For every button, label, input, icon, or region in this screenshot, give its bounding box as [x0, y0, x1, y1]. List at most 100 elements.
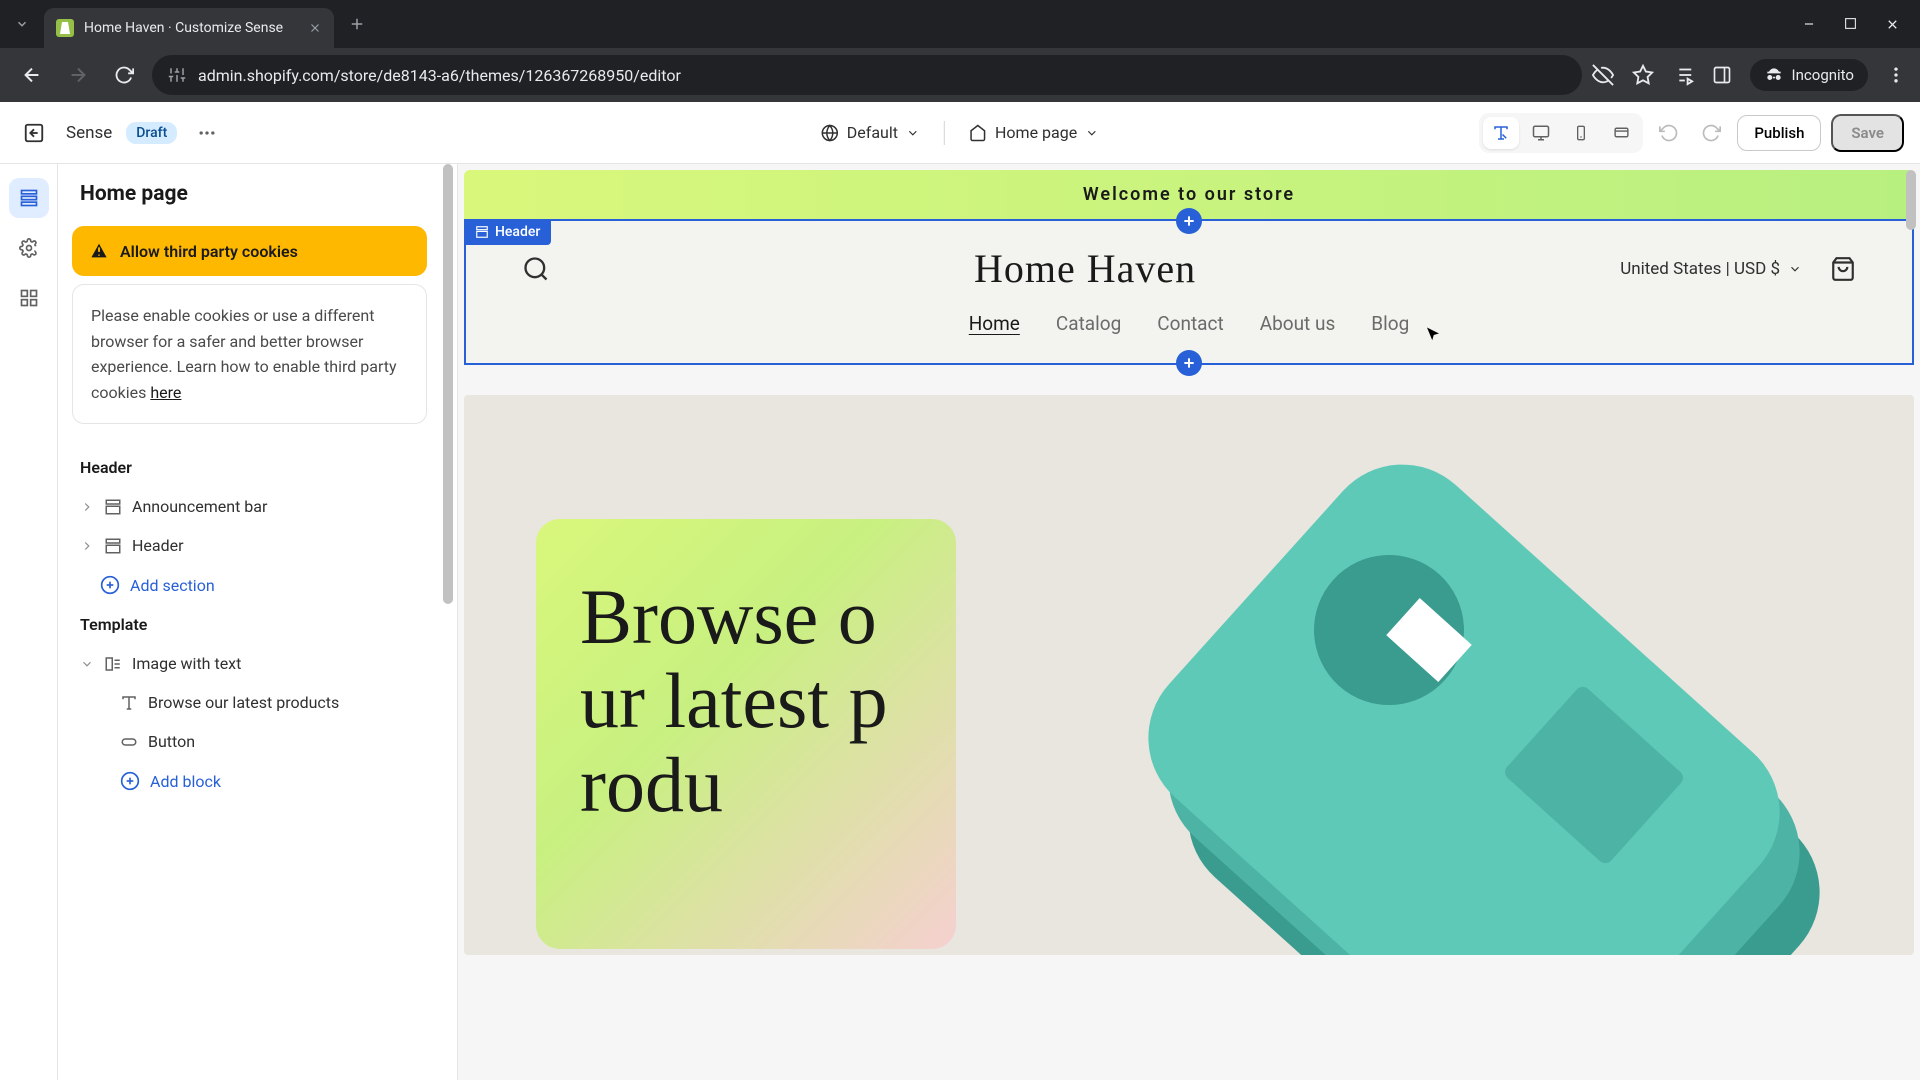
- globe-icon: [821, 124, 839, 142]
- publish-button[interactable]: Publish: [1737, 115, 1821, 151]
- cookie-alert-text: Allow third party cookies: [120, 242, 298, 261]
- view-inspector-button[interactable]: [1483, 117, 1519, 149]
- side-panel-icon[interactable]: [1712, 65, 1732, 85]
- template-section-label: Template: [72, 605, 427, 644]
- window-close-icon[interactable]: [1885, 17, 1900, 32]
- tree-browse-block[interactable]: Browse our latest products: [72, 683, 427, 722]
- redo-button[interactable]: [1695, 117, 1727, 149]
- incognito-label: Incognito: [1792, 66, 1854, 84]
- add-section-label: Add section: [130, 576, 215, 595]
- page-title: Home page: [72, 182, 427, 206]
- tree-label: Header: [132, 536, 184, 555]
- tree-image-with-text[interactable]: Image with text: [72, 644, 427, 683]
- eye-off-icon[interactable]: [1592, 64, 1614, 86]
- playlist-icon[interactable]: [1672, 64, 1694, 86]
- image-with-text-section[interactable]: Browse our latest produ: [464, 395, 1914, 955]
- text-icon: [120, 694, 138, 712]
- header-section-tag: Header: [464, 219, 551, 245]
- rail-apps-button[interactable]: [9, 278, 49, 318]
- cookie-info-box: Please enable cookies or use a different…: [72, 284, 427, 424]
- more-actions-button[interactable]: [191, 117, 223, 149]
- cart-icon[interactable]: [1830, 256, 1856, 282]
- tree-announcement-bar[interactable]: Announcement bar: [72, 487, 427, 526]
- page-selector-label: Home page: [995, 123, 1077, 142]
- browser-tab[interactable]: Home Haven · Customize Sense: [44, 8, 334, 48]
- nav-forward-button[interactable]: [60, 57, 96, 93]
- add-section-after-button[interactable]: [1176, 350, 1202, 376]
- image-text-icon: [104, 655, 122, 673]
- plus-circle-icon: [120, 771, 140, 791]
- tree-label: Browse our latest products: [148, 693, 339, 712]
- url-text: admin.shopify.com/store/de8143-a6/themes…: [198, 66, 681, 85]
- chevron-down-icon: [1788, 262, 1802, 276]
- tree-label: Button: [148, 732, 195, 751]
- view-desktop-button[interactable]: [1523, 117, 1559, 149]
- site-settings-icon[interactable]: [168, 66, 186, 84]
- add-section-before-button[interactable]: [1176, 208, 1202, 234]
- window-minimize-icon[interactable]: [1802, 17, 1816, 32]
- cookie-here-link[interactable]: here: [150, 383, 181, 402]
- undo-button[interactable]: [1653, 117, 1685, 149]
- nav-reload-button[interactable]: [106, 57, 142, 93]
- theme-name: Sense: [66, 123, 112, 143]
- draft-badge: Draft: [126, 122, 177, 144]
- tree-label: Announcement bar: [132, 497, 267, 516]
- alert-icon: [88, 240, 110, 262]
- nav-back-button[interactable]: [14, 57, 50, 93]
- hero-product-image: [1144, 545, 1824, 955]
- tab-search-dropdown[interactable]: [8, 10, 36, 38]
- section-icon: [475, 225, 489, 239]
- exit-editor-button[interactable]: [16, 115, 52, 151]
- hero-text-card: Browse our latest produ: [536, 519, 956, 949]
- button-icon: [120, 733, 138, 751]
- new-tab-button[interactable]: [348, 15, 366, 33]
- tree-label: Image with text: [132, 654, 241, 673]
- tab-close-icon[interactable]: [308, 21, 322, 35]
- chevron-right-icon[interactable]: [80, 500, 94, 514]
- browser-menu-icon[interactable]: [1886, 65, 1906, 85]
- add-section-button[interactable]: Add section: [72, 565, 427, 605]
- section-icon: [104, 498, 122, 516]
- save-button: Save: [1831, 114, 1904, 152]
- incognito-icon: [1764, 65, 1784, 85]
- tree-header[interactable]: Header: [72, 526, 427, 565]
- cookie-alert[interactable]: Allow third party cookies: [72, 226, 427, 276]
- nav-about[interactable]: About us: [1260, 312, 1336, 335]
- view-fullscreen-button[interactable]: [1603, 117, 1639, 149]
- address-bar[interactable]: admin.shopify.com/store/de8143-a6/themes…: [152, 55, 1582, 95]
- view-mobile-button[interactable]: [1563, 117, 1599, 149]
- bookmark-star-icon[interactable]: [1632, 64, 1654, 86]
- locale-label: United States | USD $: [1620, 259, 1780, 279]
- section-icon: [104, 537, 122, 555]
- nav-contact[interactable]: Contact: [1157, 312, 1223, 335]
- nav-blog[interactable]: Blog: [1371, 312, 1409, 335]
- chevron-down-icon: [1085, 126, 1099, 140]
- chevron-right-icon[interactable]: [80, 539, 94, 553]
- search-icon[interactable]: [522, 255, 550, 283]
- template-selector[interactable]: Default: [821, 123, 920, 142]
- plus-circle-icon: [100, 575, 120, 595]
- window-maximize-icon[interactable]: [1844, 17, 1857, 32]
- add-block-button[interactable]: Add block: [72, 761, 427, 801]
- locale-selector[interactable]: United States | USD $: [1620, 259, 1802, 279]
- main-nav: Home Catalog Contact About us Blog: [466, 302, 1912, 345]
- chevron-down-icon: [906, 126, 920, 140]
- rail-sections-button[interactable]: [9, 178, 49, 218]
- store-title[interactable]: Home Haven: [974, 245, 1196, 292]
- preview-scrollbar[interactable]: [1906, 170, 1918, 1074]
- nav-catalog[interactable]: Catalog: [1056, 312, 1121, 335]
- header-section-label: Header: [72, 448, 427, 487]
- nav-home[interactable]: Home: [969, 312, 1020, 335]
- rail-settings-button[interactable]: [9, 228, 49, 268]
- incognito-badge[interactable]: Incognito: [1750, 59, 1868, 91]
- chevron-down-icon[interactable]: [80, 657, 94, 671]
- cookie-body-text: Please enable cookies or use a different…: [91, 306, 397, 402]
- cursor-indicator: [1424, 326, 1442, 344]
- viewport-toggle: [1479, 113, 1643, 153]
- header-section[interactable]: Header Home Haven United States | USD $: [464, 219, 1914, 365]
- add-block-label: Add block: [150, 772, 221, 791]
- page-selector[interactable]: Home page: [969, 123, 1099, 142]
- sidebar-scrollbar[interactable]: [443, 164, 455, 1080]
- tree-button-block[interactable]: Button: [72, 722, 427, 761]
- divider: [944, 121, 945, 145]
